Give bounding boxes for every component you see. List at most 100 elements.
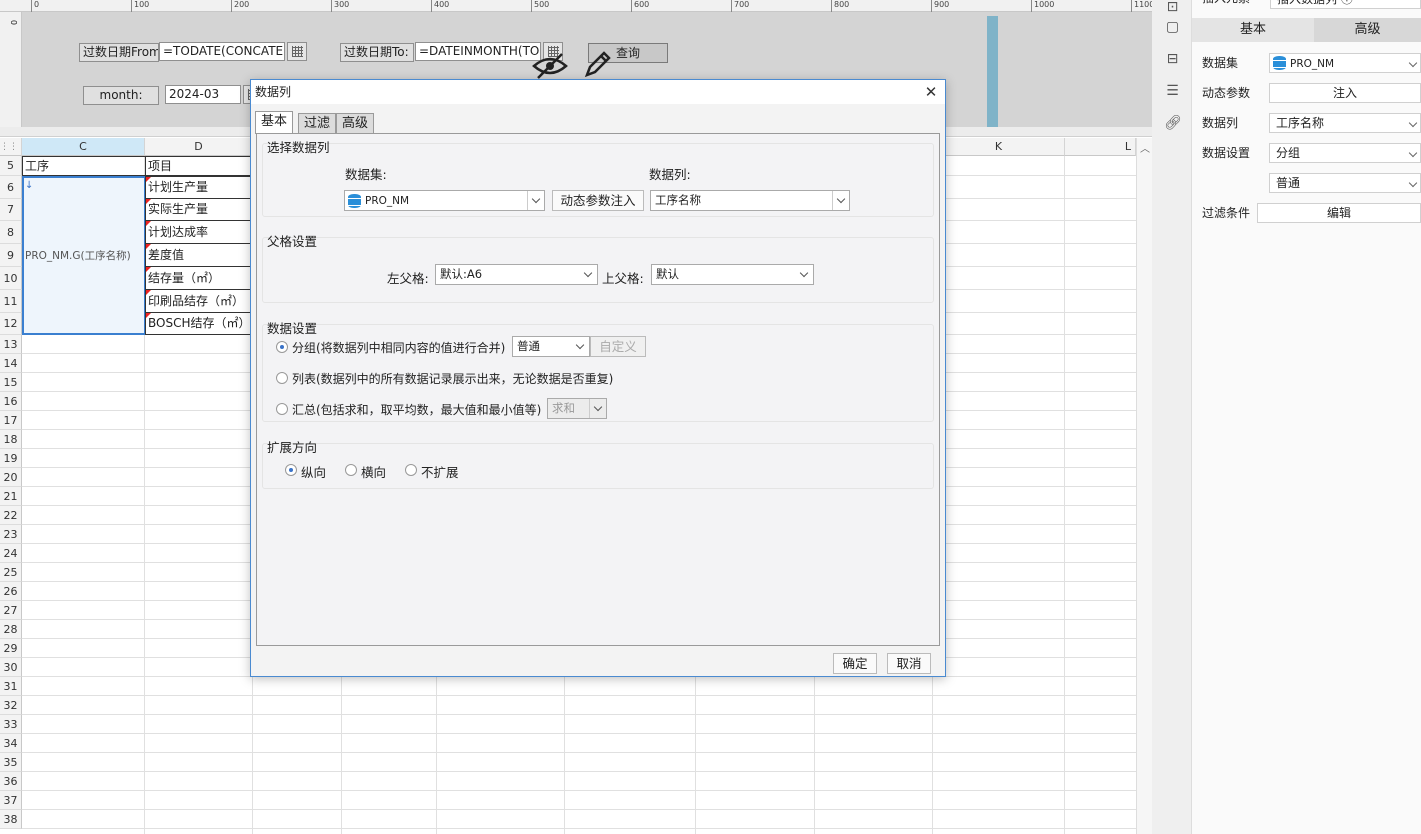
link-icon[interactable]: 🔗︎: [1164, 116, 1182, 131]
row-header[interactable]: 32: [0, 696, 22, 715]
row-header[interactable]: 7: [0, 199, 22, 221]
row-header[interactable]: 18: [0, 430, 22, 449]
row-header[interactable]: 13: [0, 335, 22, 354]
row-header[interactable]: 38: [0, 810, 22, 829]
row-header[interactable]: 5: [0, 156, 22, 176]
grid-column-line: [1064, 156, 1065, 834]
tab-basic[interactable]: 基本: [255, 111, 294, 134]
row-header[interactable]: 21: [0, 487, 22, 506]
inject-button[interactable]: 注入: [1269, 83, 1421, 103]
chevron-down-icon: [572, 337, 589, 356]
cell-c6-merged[interactable]: ↓ PRO_NM.G(工序名称): [22, 176, 146, 335]
cell-d12[interactable]: BOSCH结存（㎡）: [145, 312, 253, 335]
radio-group[interactable]: [276, 341, 288, 353]
column-header-k[interactable]: K: [933, 138, 1065, 156]
row-header[interactable]: 34: [0, 734, 22, 753]
column-header-d[interactable]: D: [145, 138, 253, 156]
row-header[interactable]: 30: [0, 658, 22, 677]
radio-expand-none[interactable]: [405, 464, 417, 476]
row-header[interactable]: 19: [0, 449, 22, 468]
from-date-label: 过数日期From:: [79, 43, 159, 62]
from-date-input[interactable]: =TODATE(CONCATEN: [159, 42, 285, 61]
cell-d11[interactable]: 印刷品结存（㎡）: [145, 289, 253, 313]
column-header-l[interactable]: L: [1065, 138, 1136, 156]
dynamic-param-button[interactable]: 动态参数注入: [552, 190, 644, 211]
select-column-title: 选择数据列: [267, 140, 330, 155]
radio-expand-vertical[interactable]: [285, 464, 297, 476]
row-header[interactable]: 31: [0, 677, 22, 696]
row-header[interactable]: 11: [0, 290, 22, 313]
insert-element-value[interactable]: 插入数据列 ⓘ: [1270, 0, 1421, 9]
cell-d5[interactable]: 项目: [145, 156, 253, 176]
summary-mode-select[interactable]: 求和: [547, 398, 607, 419]
cell-d10[interactable]: 结存量（㎡）: [145, 266, 253, 290]
row-header[interactable]: 33: [0, 715, 22, 734]
panel-tab-advanced[interactable]: 高级: [1314, 18, 1421, 42]
scroll-up-icon[interactable]: ︿: [1140, 140, 1150, 155]
row-header[interactable]: 37: [0, 791, 22, 810]
radio-summary[interactable]: [276, 403, 288, 415]
column-select[interactable]: 工序名称: [650, 190, 850, 211]
month-input[interactable]: 2024-03: [165, 85, 241, 104]
close-icon[interactable]: ✕: [923, 84, 939, 100]
radio-expand-horizontal[interactable]: [345, 464, 357, 476]
ok-button[interactable]: 确定: [833, 653, 877, 674]
row-header[interactable]: 16: [0, 392, 22, 411]
cell-c5[interactable]: 工序: [22, 156, 146, 176]
filter-edit-button[interactable]: 编辑: [1257, 203, 1421, 223]
dataset-select[interactable]: PRO_NM: [1269, 53, 1421, 73]
chevron-down-icon: [527, 191, 544, 210]
row-header[interactable]: 8: [0, 221, 22, 244]
grid-corner[interactable]: ⋮⋮⋮: [0, 138, 27, 156]
resize-handle[interactable]: [987, 16, 998, 127]
row-header[interactable]: 20: [0, 468, 22, 487]
chart-icon[interactable]: ⊡: [1164, 0, 1181, 15]
row-header[interactable]: 27: [0, 601, 22, 620]
custom-button[interactable]: 自定义: [590, 336, 646, 357]
cell-element-icon[interactable]: ▢: [1164, 20, 1181, 35]
panel-tab-basic[interactable]: 基本: [1192, 18, 1314, 42]
hide-eye-icon[interactable]: [532, 52, 568, 80]
row-header[interactable]: 17: [0, 411, 22, 430]
database-icon: [348, 194, 361, 208]
to-date-input[interactable]: =DATEINMONTH(TOD: [415, 42, 541, 61]
left-parent-select[interactable]: 默认:A6: [435, 264, 598, 285]
ruler-tick: 300: [331, 0, 349, 12]
row-header[interactable]: 9: [0, 244, 22, 267]
group-mode-select[interactable]: 普通: [1269, 173, 1421, 193]
tab-advanced[interactable]: 高级: [336, 113, 375, 133]
row-header[interactable]: 22: [0, 506, 22, 525]
row-header[interactable]: 6: [0, 176, 22, 199]
chevron-down-icon: [796, 265, 813, 284]
row-header[interactable]: 10: [0, 267, 22, 290]
from-calendar-icon[interactable]: [287, 42, 307, 61]
widget-icon[interactable]: ⊟: [1164, 52, 1181, 67]
row-header[interactable]: 29: [0, 639, 22, 658]
radio-list[interactable]: [276, 372, 288, 384]
row-header[interactable]: 14: [0, 354, 22, 373]
vertical-scrollbar[interactable]: ︿: [1136, 138, 1152, 834]
column-header-c[interactable]: C: [22, 138, 145, 156]
data-setting-select[interactable]: 分组: [1269, 143, 1421, 163]
dataset-select[interactable]: PRO_NM: [344, 190, 545, 211]
up-parent-select[interactable]: 默认: [651, 264, 814, 285]
group-mode-select[interactable]: 普通: [512, 336, 590, 357]
cancel-button[interactable]: 取消: [887, 653, 931, 674]
edit-pencil-icon[interactable]: [582, 48, 614, 80]
row-header[interactable]: 28: [0, 620, 22, 639]
row-header[interactable]: 15: [0, 373, 22, 392]
cell-d7[interactable]: 实际生产量: [145, 198, 253, 221]
row-header[interactable]: 36: [0, 772, 22, 791]
tab-filter[interactable]: 过滤: [298, 113, 337, 133]
cell-d9[interactable]: 差度值: [145, 243, 253, 267]
row-header[interactable]: 23: [0, 525, 22, 544]
cell-d6[interactable]: 计划生产量: [145, 176, 253, 199]
row-header[interactable]: 24: [0, 544, 22, 563]
row-header[interactable]: 35: [0, 753, 22, 772]
row-header[interactable]: 12: [0, 313, 22, 335]
list-icon[interactable]: ☰: [1164, 84, 1181, 99]
column-select[interactable]: 工序名称: [1269, 113, 1421, 133]
row-header[interactable]: 25: [0, 563, 22, 582]
row-header[interactable]: 26: [0, 582, 22, 601]
cell-d8[interactable]: 计划达成率: [145, 220, 253, 244]
